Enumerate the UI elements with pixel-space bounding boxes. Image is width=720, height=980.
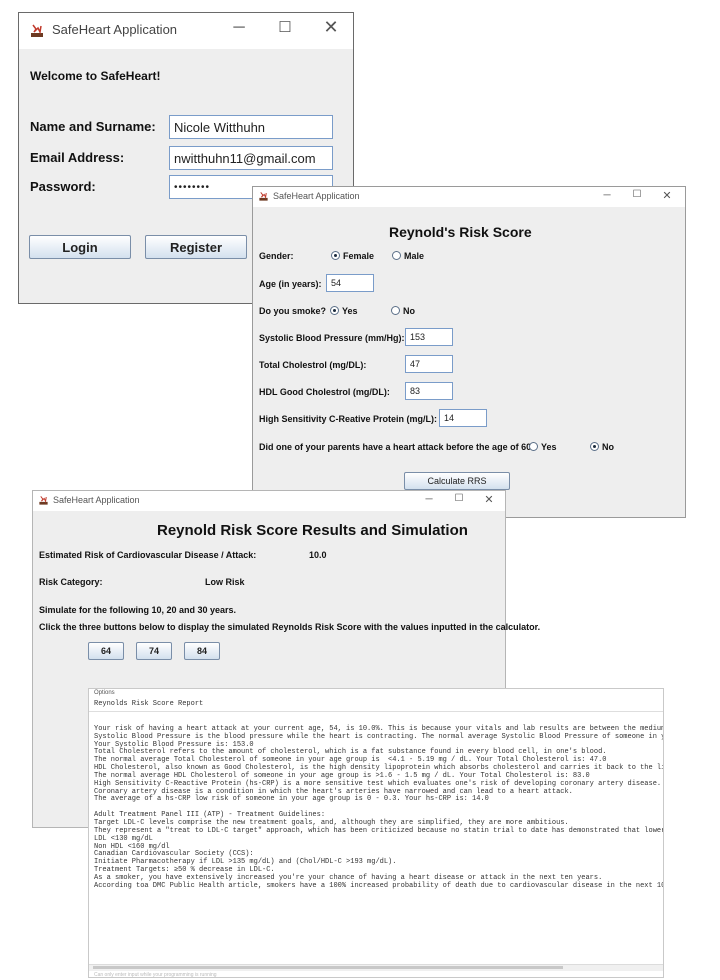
minimize-icon[interactable]: ─ [423, 494, 435, 505]
parents-no-radio[interactable] [590, 442, 599, 451]
female-radio[interactable] [331, 251, 340, 260]
email-input[interactable]: nwitthuhn11@gmail.com [169, 146, 333, 170]
results-window-title: SafeHeart Application [53, 495, 140, 505]
report-line: According toa DMC Public Health article,… [94, 881, 663, 890]
risk-title-bar: SafeHeart Application ─ ☐ ✕ [253, 187, 685, 207]
parents-no-label: No [602, 442, 614, 452]
crp-label: High Sensitivity C-Reative Protein (mg/L… [259, 414, 438, 424]
close-icon[interactable]: ✕ [321, 17, 341, 38]
password-label: Password: [30, 179, 96, 194]
chol-label: Total Cholestrol (mg/DL): [259, 360, 367, 370]
risk-estimate-label: Estimated Risk of Cardiovascular Disease… [39, 550, 257, 560]
maximize-icon[interactable]: ☐ [453, 493, 465, 504]
report-line: They represent a "treat to LDL-C target"… [94, 826, 663, 835]
report-panel: Options Reynolds Risk Score Report Your … [88, 688, 664, 978]
java-app-icon [38, 495, 49, 506]
minimize-icon[interactable]: ─ [601, 190, 613, 201]
options-label: Options [94, 690, 115, 696]
smoke-label: Do you smoke? [259, 306, 327, 316]
risk-heading: Reynold's Risk Score [389, 224, 532, 240]
report-line: LDL <130 mg/dL [94, 834, 153, 843]
horizontal-scrollbar[interactable] [89, 964, 663, 971]
login-button[interactable]: Login [29, 235, 131, 259]
java-app-icon [29, 23, 45, 39]
java-app-icon [258, 191, 269, 202]
login-window-title: SafeHeart Application [52, 22, 178, 37]
crp-input[interactable]: 14 [439, 409, 487, 427]
close-icon[interactable]: ✕ [483, 493, 495, 506]
smoke-no-radio[interactable] [391, 306, 400, 315]
sbp-label: Systolic Blood Pressure (mm/Hg): [259, 333, 405, 343]
simulate-74-button[interactable]: 74 [136, 642, 172, 660]
chol-input[interactable]: 47 [405, 355, 453, 373]
smoke-no-label: No [403, 306, 415, 316]
age-input[interactable]: 54 [326, 274, 374, 292]
report-line: The average of a hs-CRP low risk of some… [94, 795, 489, 804]
risk-score-window: SafeHeart Application ─ ☐ ✕ Reynold's Ri… [252, 186, 686, 518]
maximize-icon[interactable]: ☐ [275, 18, 295, 36]
male-label: Male [404, 251, 425, 261]
smoke-yes-label: Yes [342, 306, 358, 316]
report-header: Reynolds Risk Score Report [94, 700, 204, 708]
simulate-64-button[interactable]: 64 [88, 642, 124, 660]
name-input[interactable]: Nicole Witthuhn [169, 115, 333, 139]
risk-category-label: Risk Category: [39, 577, 103, 587]
maximize-icon[interactable]: ☐ [631, 189, 643, 200]
parents-yes-label: Yes [541, 442, 557, 452]
calculate-rrs-button[interactable]: Calculate RRS [404, 472, 510, 490]
risk-window-title: SafeHeart Application [273, 191, 360, 201]
hdl-input[interactable]: 83 [405, 382, 453, 400]
results-title-bar: SafeHeart Application ─ ☐ ✕ [33, 491, 505, 511]
age-label: Age (in years): [259, 279, 322, 289]
report-lines: Your risk of having a heart attack at yo… [94, 718, 663, 891]
risk-estimate-value: 10.0 [309, 550, 327, 560]
name-label: Name and Surname: [30, 119, 156, 134]
simulate-84-button[interactable]: 84 [184, 642, 220, 660]
parents-yes-radio[interactable] [529, 442, 538, 451]
simulate-text: Simulate for the following 10, 20 and 30… [39, 605, 237, 615]
email-label: Email Address: [30, 150, 125, 165]
male-radio[interactable] [392, 251, 401, 260]
instruction-text: Click the three buttons below to display… [39, 622, 541, 632]
gender-label: Gender: [259, 251, 294, 261]
login-title-bar: SafeHeart Application ─ ☐ ✕ [19, 13, 353, 49]
results-heading: Reynold Risk Score Results and Simulatio… [157, 522, 468, 539]
female-label: Female [343, 251, 375, 261]
minimize-icon[interactable]: ─ [229, 19, 249, 37]
sbp-input[interactable]: 153 [405, 328, 453, 346]
scrollbar-thumb[interactable] [93, 966, 563, 969]
status-text: Can only enter input while your programm… [94, 972, 217, 978]
close-icon[interactable]: ✕ [661, 189, 673, 202]
welcome-heading: Welcome to SafeHeart! [30, 69, 161, 83]
register-button[interactable]: Register [145, 235, 247, 259]
hdl-label: HDL Good Cholestrol (mg/DL): [259, 387, 390, 397]
report-textarea[interactable]: Your risk of having a heart attack at yo… [89, 711, 663, 964]
risk-category-value: Low Risk [205, 577, 245, 587]
parents-label: Did one of your parents have a heart att… [259, 442, 537, 452]
smoke-yes-radio[interactable] [330, 306, 339, 315]
